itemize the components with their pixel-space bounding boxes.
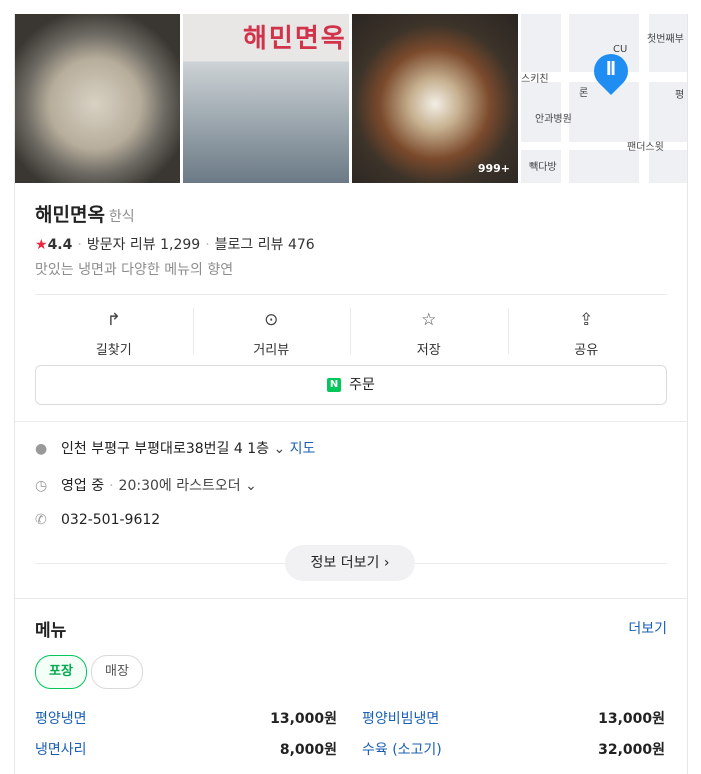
menu-item-price: 13,000원 bbox=[598, 711, 665, 727]
visitor-reviews-link[interactable]: 방문자 리뷰 1,299 bbox=[87, 237, 200, 253]
phone-icon: ✆ bbox=[35, 512, 47, 528]
address-text[interactable]: 인천 부평구 부평대로38번길 4 1층 bbox=[61, 441, 269, 457]
place-category: 한식 bbox=[108, 209, 135, 225]
hours-row[interactable]: ◷ 영업 중 · 20:30에 라스트오더 ⌄ bbox=[35, 475, 257, 495]
menu-item-name: 평양비빔냉면 bbox=[362, 711, 440, 727]
map-label: 론 bbox=[579, 88, 589, 99]
last-order-text: 20:30에 라스트오더 bbox=[118, 478, 241, 494]
address-row: ● 인천 부평구 부평대로38번길 4 1층 ⌄ 지도 bbox=[35, 438, 315, 458]
save-label: 저장 bbox=[416, 343, 441, 358]
section-divider bbox=[15, 598, 687, 599]
map-label: 팬더스윗 bbox=[627, 142, 664, 153]
more-info-button[interactable]: 정보 더보기 › bbox=[285, 545, 415, 581]
action-bar: ↱ 길찾기 ⊙ 거리뷰 ☆ 저장 ⇪ 공유 bbox=[35, 308, 666, 358]
phone-number: 032-501-9612 bbox=[61, 512, 161, 528]
rating-row: ★4.4 · 방문자 리뷰 1,299 · 블로그 리뷰 476 bbox=[35, 237, 315, 253]
place-description: 맛있는 냉면과 다양한 메뉴의 향연 bbox=[35, 262, 234, 278]
place-title: 해민면옥 한식 bbox=[35, 200, 667, 227]
open-status: 영업 중 bbox=[61, 478, 105, 494]
menu-item[interactable]: 냉면사리 bbox=[35, 739, 87, 759]
directions-button[interactable]: ↱ 길찾기 bbox=[35, 308, 193, 358]
directions-label: 길찾기 bbox=[95, 343, 132, 358]
tab-takeout[interactable]: 포장 bbox=[35, 655, 87, 689]
directions-icon: ↱ bbox=[106, 310, 121, 330]
divider bbox=[35, 294, 667, 295]
menu-item-name: 수육 (소고기) bbox=[362, 742, 442, 758]
location-icon: ● bbox=[35, 441, 48, 457]
order-button[interactable]: N 주문 bbox=[35, 365, 667, 405]
place-name: 해민면옥 bbox=[35, 204, 105, 226]
map-link[interactable]: 지도 bbox=[290, 441, 316, 457]
location-pin-icon: ⊙ bbox=[264, 310, 279, 330]
star-outline-icon: ☆ bbox=[421, 310, 437, 330]
clock-icon: ◷ bbox=[35, 478, 48, 494]
tab-dine-in[interactable]: 매장 bbox=[91, 655, 143, 689]
menu-more-link[interactable]: 더보기 bbox=[628, 618, 667, 638]
section-divider bbox=[15, 421, 687, 422]
share-label: 공유 bbox=[574, 343, 599, 358]
chevron-right-icon: › bbox=[383, 555, 390, 571]
share-button[interactable]: ⇪ 공유 bbox=[507, 308, 666, 358]
storefront-sign: 해민면옥 bbox=[243, 24, 347, 54]
menu-item-price: 32,000원 bbox=[598, 742, 665, 758]
phone-row[interactable]: ✆ 032-501-9612 bbox=[35, 512, 160, 528]
restaurant-icon: ǁ bbox=[606, 58, 616, 76]
rating-score: 4.4 bbox=[47, 237, 73, 253]
map-label: 빽다방 bbox=[529, 162, 557, 173]
blog-reviews-link[interactable]: 블로그 리뷰 476 bbox=[215, 237, 315, 253]
map-label: 안과병원 bbox=[535, 114, 572, 125]
menu-item-price: 13,000원 bbox=[270, 711, 337, 727]
photo-storefront[interactable]: 해민면옥 bbox=[183, 14, 349, 183]
star-icon: ★ bbox=[35, 237, 48, 253]
map-thumbnail[interactable]: CU 첫번째부 스키친 론 안과병원 평 팬더스윗 빽다방 ǁ bbox=[521, 14, 687, 183]
photo-strip: 해민면옥 999+ CU 첫번째부 스키친 론 안과병원 평 팬더스윗 빽다방 … bbox=[15, 14, 687, 183]
map-label: 첫번째부 bbox=[647, 34, 684, 45]
share-icon: ⇪ bbox=[579, 310, 594, 330]
menu-item-price: 8,000원 bbox=[279, 742, 337, 758]
menu-item-name: 냉면사리 bbox=[35, 742, 87, 758]
naver-n-icon: N bbox=[327, 378, 342, 392]
map-label: 평 bbox=[675, 90, 685, 101]
place-card: 해민면옥 999+ CU 첫번째부 스키친 론 안과병원 평 팬더스윗 빽다방 … bbox=[14, 14, 688, 774]
photo-count-badge: 999+ bbox=[477, 162, 510, 175]
street-view-label: 거리뷰 bbox=[253, 343, 290, 358]
menu-item[interactable]: 수육 (소고기) bbox=[362, 739, 442, 759]
photo-bibim-naengmyeon[interactable]: 999+ bbox=[352, 14, 518, 183]
street-view-button[interactable]: ⊙ 거리뷰 bbox=[192, 308, 351, 358]
menu-item[interactable]: 평양냉면 bbox=[35, 708, 87, 728]
chevron-down-icon[interactable]: ⌄ bbox=[273, 441, 285, 457]
photo-naengmyeon[interactable] bbox=[15, 14, 180, 183]
menu-item[interactable]: 평양비빔냉면 bbox=[362, 708, 439, 728]
save-button[interactable]: ☆ 저장 bbox=[350, 308, 508, 358]
order-label: 주문 bbox=[349, 377, 375, 393]
map-label: 스키친 bbox=[521, 74, 549, 85]
menu-item-name: 평양냉면 bbox=[35, 711, 87, 727]
more-info-label: 정보 더보기 bbox=[310, 555, 380, 571]
menu-heading: 메뉴 bbox=[35, 621, 67, 641]
chevron-down-icon: ⌄ bbox=[245, 478, 257, 494]
